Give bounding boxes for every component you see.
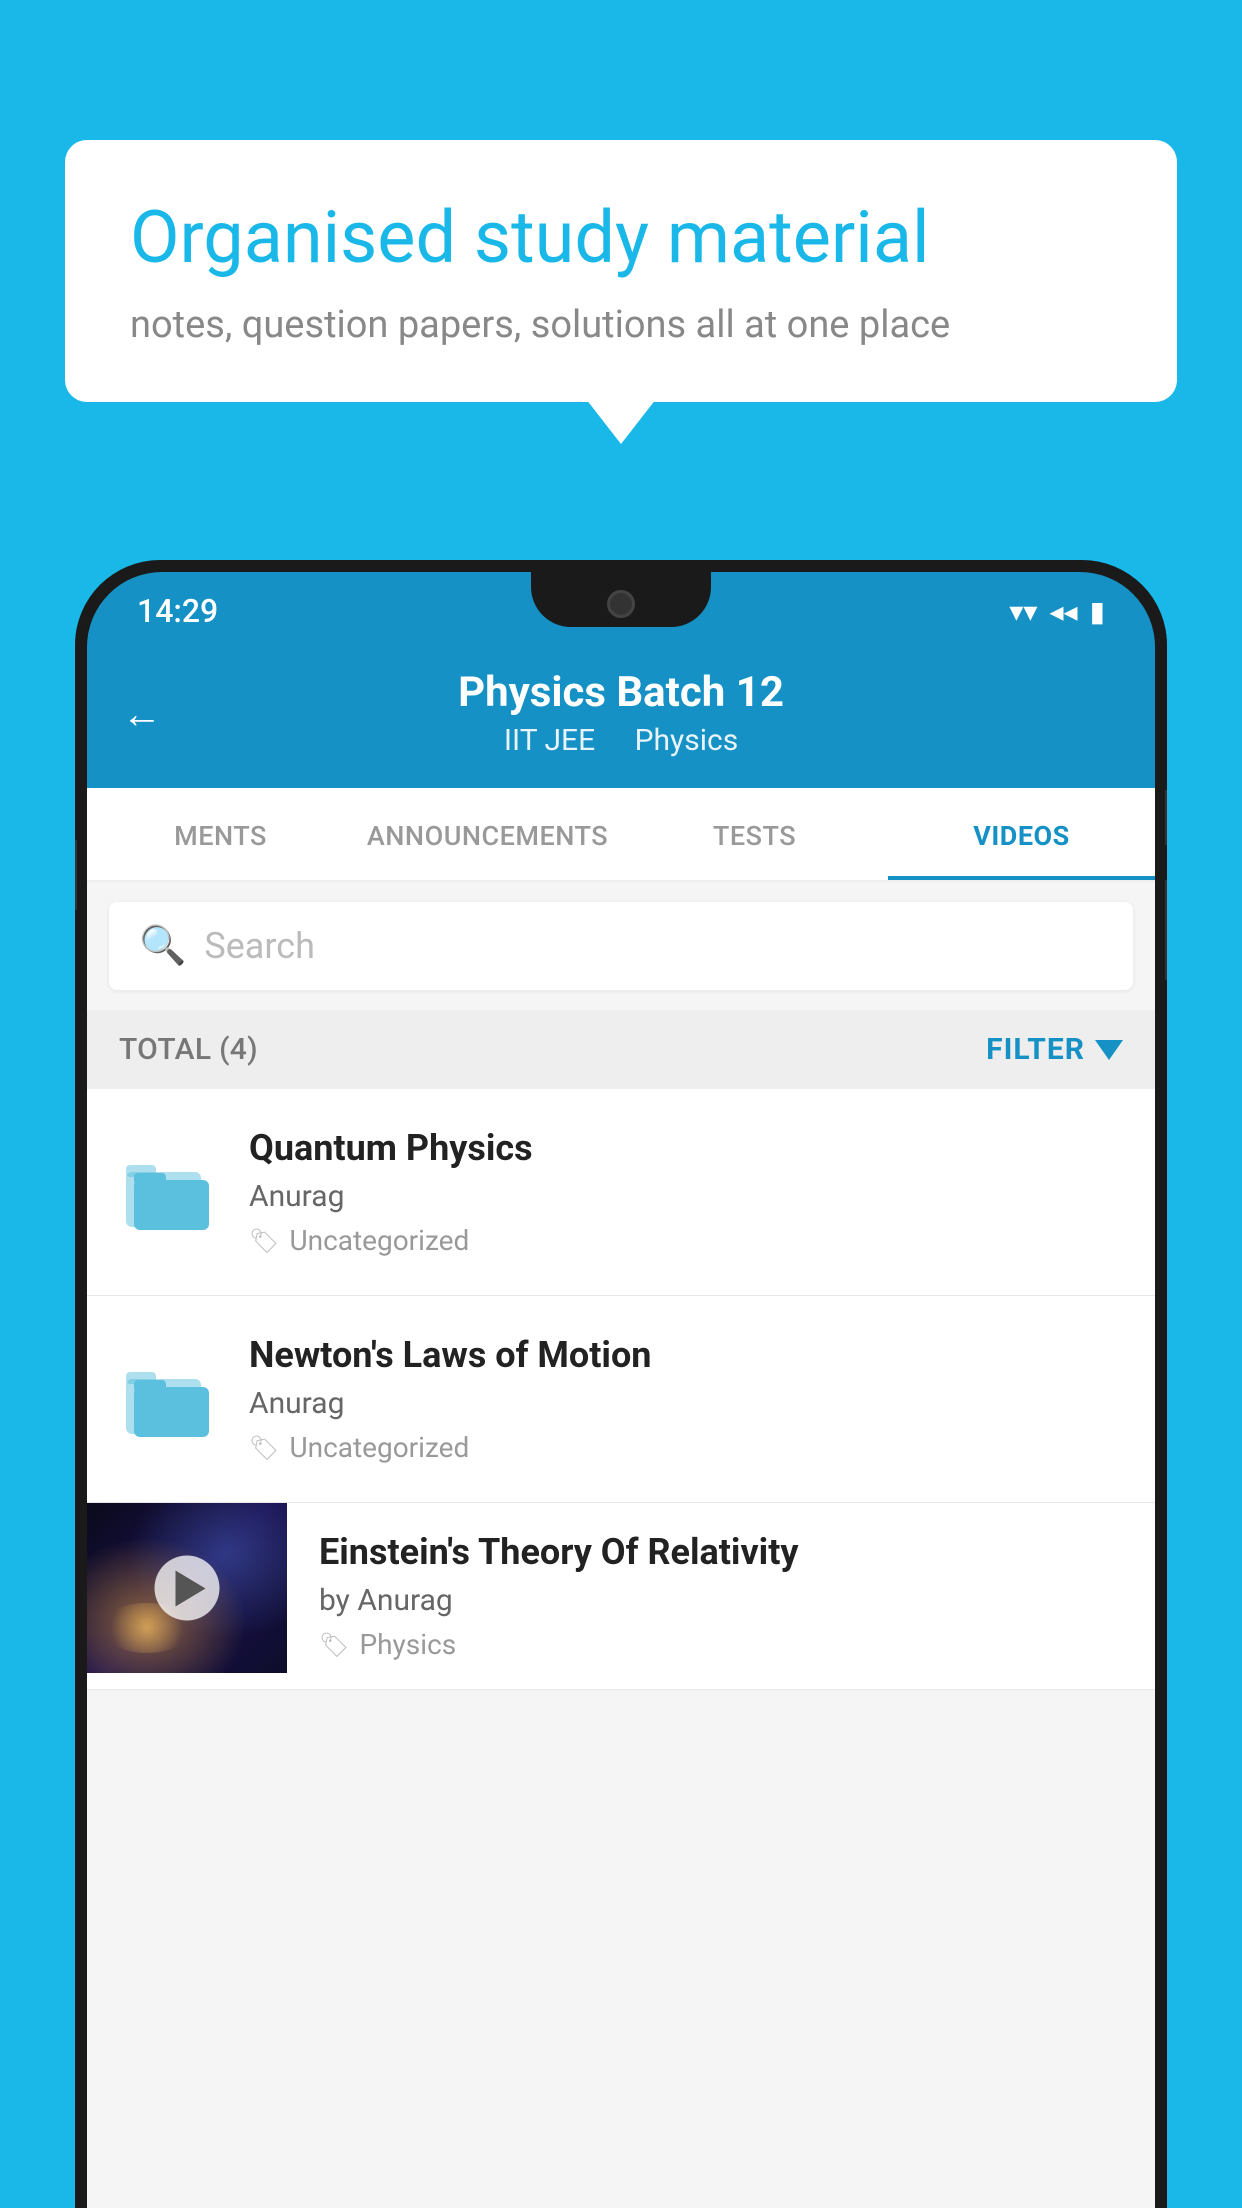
tabs: MENTS ANNOUNCEMENTS TESTS VIDEOS <box>87 788 1155 882</box>
side-button-right-bottom <box>1165 880 1167 980</box>
tag-label: Uncategorized <box>289 1224 469 1257</box>
video-author: Anurag <box>249 1179 1123 1214</box>
video-list: Quantum Physics Anurag 🏷 Uncategorized <box>87 1089 1155 1690</box>
header-subtitle-part1: IIT JEE <box>504 723 595 758</box>
video-info: Quantum Physics Anurag 🏷 Uncategorized <box>249 1127 1123 1257</box>
speech-bubble: Organised study material notes, question… <box>65 140 1177 402</box>
tag-label: Physics <box>359 1628 456 1661</box>
phone-frame: 14:29 ▾▾ ◂◂ ▮ ← Physics Batch 12 IIT JEE… <box>75 560 1167 2208</box>
folder-icon <box>119 1142 219 1242</box>
filter-bar: TOTAL (4) FILTER <box>87 1010 1155 1089</box>
play-icon <box>175 1570 205 1606</box>
video-title: Einstein's Theory Of Relativity <box>319 1531 1123 1573</box>
tab-announcements[interactable]: ANNOUNCEMENTS <box>354 788 621 880</box>
total-count: TOTAL (4) <box>119 1032 258 1067</box>
side-button-right-top <box>1165 790 1167 845</box>
app-header: ← Physics Batch 12 IIT JEE Physics <box>87 640 1155 788</box>
tag-icon: 🏷 <box>319 1631 349 1659</box>
tag-icon: 🏷 <box>249 1434 279 1462</box>
list-item[interactable]: Quantum Physics Anurag 🏷 Uncategorized <box>87 1089 1155 1296</box>
side-button-left <box>75 840 77 910</box>
wifi-icon: ▾▾ <box>1009 595 1037 628</box>
header-subtitle: IIT JEE Physics <box>127 723 1115 758</box>
filter-icon <box>1095 1040 1123 1060</box>
list-item[interactable]: Newton's Laws of Motion Anurag 🏷 Uncateg… <box>87 1296 1155 1503</box>
video-thumbnail-image <box>87 1503 287 1673</box>
tab-ments[interactable]: MENTS <box>87 788 354 880</box>
search-input-placeholder: Search <box>204 925 315 967</box>
filter-button[interactable]: FILTER <box>986 1032 1123 1067</box>
tab-tests[interactable]: TESTS <box>621 788 888 880</box>
video-tag: 🏷 Uncategorized <box>249 1224 1123 1257</box>
bubble-subtitle: notes, question papers, solutions all at… <box>130 303 1112 347</box>
video-author: Anurag <box>249 1386 1123 1421</box>
video-info: Einstein's Theory Of Relativity by Anura… <box>287 1503 1155 1689</box>
video-tag: 🏷 Uncategorized <box>249 1431 1123 1464</box>
phone-inner: 14:29 ▾▾ ◂◂ ▮ ← Physics Batch 12 IIT JEE… <box>87 572 1155 2208</box>
video-tag: 🏷 Physics <box>319 1628 1123 1661</box>
video-author: by Anurag <box>319 1583 1123 1618</box>
video-title: Newton's Laws of Motion <box>249 1334 1123 1376</box>
bubble-title: Organised study material <box>130 195 1112 281</box>
search-bar[interactable]: 🔍 Search <box>109 902 1133 990</box>
back-button[interactable]: ← <box>122 691 162 738</box>
status-time: 14:29 <box>137 592 218 630</box>
header-title: Physics Batch 12 <box>127 668 1115 717</box>
folder-icon <box>119 1349 219 1449</box>
battery-icon: ▮ <box>1090 595 1105 628</box>
list-item[interactable]: Einstein's Theory Of Relativity by Anura… <box>87 1503 1155 1690</box>
video-info: Newton's Laws of Motion Anurag 🏷 Uncateg… <box>249 1334 1123 1464</box>
status-icons: ▾▾ ◂◂ ▮ <box>1009 595 1105 628</box>
speech-bubble-container: Organised study material notes, question… <box>65 140 1177 402</box>
tag-icon: 🏷 <box>249 1227 279 1255</box>
search-icon: 🔍 <box>139 924 186 968</box>
signal-icon: ◂◂ <box>1049 595 1077 628</box>
camera <box>607 590 635 618</box>
tag-label: Uncategorized <box>289 1431 469 1464</box>
header-subtitle-part2: Physics <box>635 723 739 758</box>
video-title: Quantum Physics <box>249 1127 1123 1169</box>
notch <box>531 572 711 627</box>
tab-videos[interactable]: VIDEOS <box>888 788 1155 880</box>
screen-content: 🔍 Search TOTAL (4) FILTER <box>87 882 1155 2208</box>
filter-label: FILTER <box>986 1032 1085 1067</box>
